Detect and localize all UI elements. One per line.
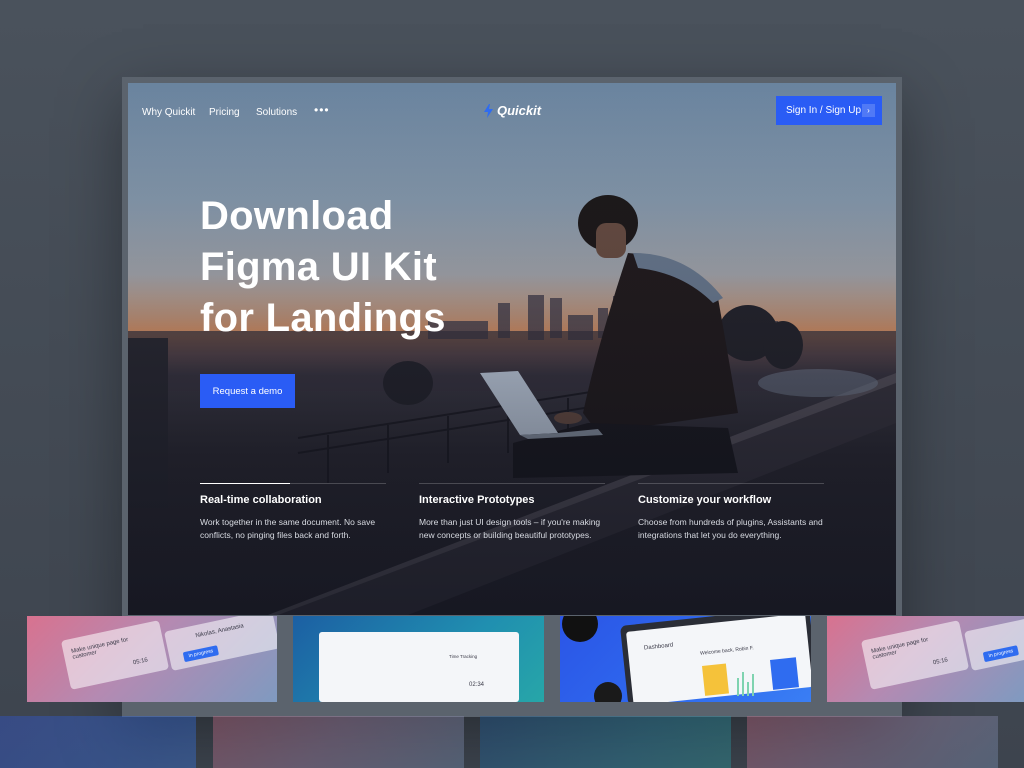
user-card: In progress — [964, 616, 1024, 671]
sign-in-label: Sign In / Sign Up — [786, 105, 862, 116]
feature-text: Work together in the same document. No s… — [200, 516, 386, 542]
top-nav: Why Quickit Pricing Solutions ••• Quicki… — [128, 83, 896, 143]
dashboard-mock: Time Tracking 02:34 — [319, 632, 519, 702]
feature-workflow: Customize your workflow Choose from hund… — [638, 483, 824, 542]
time-tracking-label: Time Tracking — [449, 654, 478, 659]
card-time: 05:16 — [132, 657, 149, 667]
hero-headline: Download Figma UI Kit for Landings — [200, 191, 446, 344]
nav-pricing[interactable]: Pricing — [209, 107, 240, 118]
card-text: Make unique page for customer — [70, 636, 129, 661]
logo[interactable]: Quickit — [484, 103, 541, 118]
feature-divider — [638, 483, 824, 484]
feature-text-line: Work together in the same document. No s… — [200, 517, 376, 527]
sign-in-button[interactable]: Sign In / Sign Up › — [776, 96, 882, 125]
logo-text: Quickit — [497, 103, 542, 118]
thumbnail-3-art — [562, 616, 811, 702]
headline-line-3: for Landings — [200, 296, 446, 340]
feature-text-line: new concepts or building beautiful proto… — [419, 530, 592, 540]
user-card: Nikolas, Anastasia In progress — [164, 616, 277, 671]
card-text: Make unique page for customer — [870, 636, 929, 661]
request-demo-button[interactable]: Request a demo — [200, 374, 295, 408]
feature-text: More than just UI design tools – if you'… — [419, 516, 605, 542]
feature-title: Customize your workflow — [638, 494, 772, 506]
thumbnail-4[interactable]: Make unique page for customer 05:16 In p… — [827, 616, 1024, 702]
nav-why-quickit[interactable]: Why Quickit — [142, 107, 195, 118]
feature-divider-accent — [200, 483, 290, 484]
chevron-right-icon: › — [862, 104, 875, 117]
card-user: Nikolas, Anastasia — [195, 623, 245, 640]
feature-text-line: integrations that let you do everything. — [638, 530, 782, 540]
feature-text-line: conflicts, no pinging files back and for… — [200, 530, 351, 540]
card-time: 05:16 — [932, 657, 949, 667]
task-card: Make unique page for customer 05:16 — [60, 620, 170, 690]
feature-divider — [419, 483, 605, 484]
bolt-icon — [484, 103, 493, 118]
thumbnail-2[interactable]: Time Tracking 02:34 — [293, 616, 544, 702]
feature-text: Choose from hundreds of plugins, Assista… — [638, 516, 824, 542]
headline-line-1: Download — [200, 194, 394, 238]
ghost-thumbnail — [747, 716, 998, 768]
hero-section: Why Quickit Pricing Solutions ••• Quicki… — [128, 83, 896, 615]
ghost-thumbnail — [480, 716, 731, 768]
thumbnail-1[interactable]: Make unique page for customer 05:16 Niko… — [27, 616, 277, 702]
feature-prototypes: Interactive Prototypes More than just UI… — [419, 483, 605, 542]
more-menu-icon[interactable]: ••• — [314, 103, 330, 117]
feature-divider — [200, 483, 386, 484]
ghost-thumbnail — [213, 716, 464, 768]
status-badge: In progress — [182, 645, 220, 663]
nav-solutions[interactable]: Solutions — [256, 107, 297, 118]
status-badge: In progress — [982, 645, 1020, 663]
task-card: Make unique page for customer 05:16 — [860, 620, 970, 690]
ghost-thumbnail — [0, 716, 196, 768]
timer-value: 02:34 — [469, 682, 485, 688]
feature-text-line: More than just UI design tools – if you'… — [419, 517, 601, 527]
feature-title: Interactive Prototypes — [419, 494, 535, 506]
feature-collaboration: Real-time collaboration Work together in… — [200, 483, 386, 542]
feature-text-line: Choose from hundreds of plugins, Assista… — [638, 517, 823, 527]
headline-line-2: Figma UI Kit — [200, 245, 437, 289]
feature-title: Real-time collaboration — [200, 494, 322, 506]
thumbnail-3[interactable]: Dashboard Welcome back, Robin F. — [560, 616, 811, 702]
